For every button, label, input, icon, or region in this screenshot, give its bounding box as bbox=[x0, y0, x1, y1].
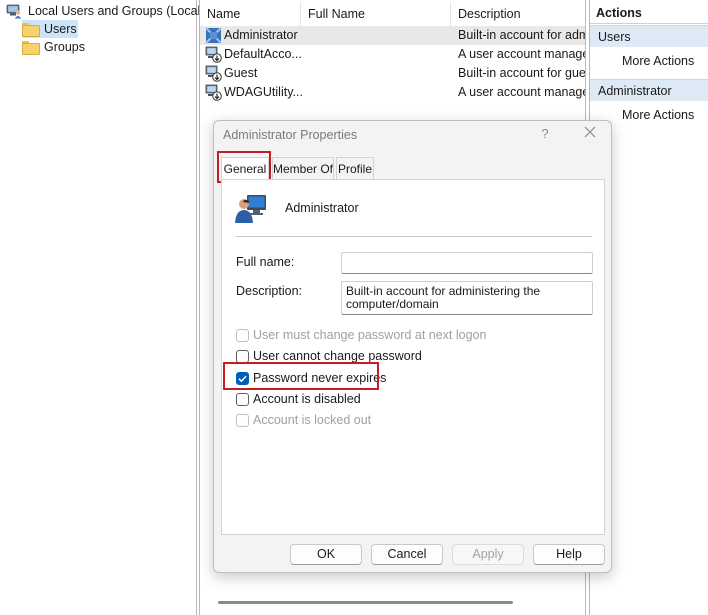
dialog-title: Administrator Properties bbox=[223, 128, 358, 142]
checkbox-box bbox=[236, 413, 249, 427]
checkmark-icon bbox=[238, 375, 247, 382]
horizontal-scrollbar[interactable] bbox=[218, 601, 513, 604]
checkbox-password-never-expires[interactable]: Password never expires bbox=[236, 370, 386, 386]
tab-bar: General Member Of Profile bbox=[214, 157, 613, 180]
general-tab-panel: Administrator Full name: Description: Bu… bbox=[221, 179, 605, 535]
checkbox-label: Account is locked out bbox=[253, 413, 372, 427]
tree-item-label: Groups bbox=[44, 40, 85, 54]
help-button[interactable]: Help bbox=[533, 544, 605, 565]
checkbox-label: User must change password at next logon bbox=[253, 328, 487, 342]
cell-description: Built-in account for adm bbox=[458, 28, 586, 42]
description-field[interactable]: Built-in account for administering the c… bbox=[341, 281, 593, 315]
column-header-description[interactable]: Description bbox=[451, 2, 585, 26]
tab-general[interactable]: General bbox=[221, 157, 269, 180]
more-actions-administrator-link[interactable]: More Actions bbox=[622, 106, 694, 124]
cell-full-name bbox=[308, 64, 448, 83]
help-icon[interactable]: ? bbox=[539, 126, 551, 141]
folder-icon bbox=[22, 41, 40, 55]
checkbox-must-change-password: User must change password at next logon bbox=[236, 327, 486, 343]
cell-name: WDAGUtility... bbox=[224, 85, 302, 99]
actions-section-users[interactable]: Users bbox=[590, 25, 708, 47]
cell-full-name bbox=[308, 45, 448, 64]
checkbox-label: User cannot change password bbox=[253, 349, 422, 363]
cell-name: DefaultAcco... bbox=[224, 47, 302, 61]
checkbox-box[interactable] bbox=[236, 392, 249, 406]
user-row-guest[interactable]: Guest Built-in account for gue bbox=[200, 64, 586, 83]
disabled-user-account-icon bbox=[205, 65, 222, 82]
cell-description: A user account manage bbox=[458, 85, 586, 99]
checkbox-box bbox=[236, 328, 249, 342]
actions-section-administrator[interactable]: Administrator bbox=[590, 79, 708, 101]
folder-icon bbox=[22, 23, 40, 37]
cell-name: Guest bbox=[224, 66, 258, 80]
tree-root-label: Local Users and Groups (Local) bbox=[28, 4, 205, 18]
tree-item-groups[interactable]: Groups bbox=[22, 38, 85, 56]
tree-item-users[interactable]: Users bbox=[22, 20, 78, 38]
disabled-user-account-icon bbox=[205, 46, 222, 63]
actions-title: Actions bbox=[590, 2, 708, 24]
close-icon[interactable] bbox=[582, 124, 598, 140]
cell-description: A user account manage bbox=[458, 47, 586, 61]
console-tree-pane: Local Users and Groups (Local) Users Gro… bbox=[0, 0, 204, 615]
column-header-full-name[interactable]: Full Name bbox=[301, 2, 451, 26]
ok-button[interactable]: OK bbox=[290, 544, 362, 565]
full-name-field[interactable] bbox=[341, 252, 593, 274]
administrator-properties-dialog: Administrator Properties ? General Membe… bbox=[213, 120, 612, 573]
cell-name: Administrator bbox=[224, 28, 298, 42]
apply-button[interactable]: Apply bbox=[452, 544, 524, 565]
checkbox-account-locked-out: Account is locked out bbox=[236, 412, 371, 428]
user-row-defaultaccount[interactable]: DefaultAcco... A user account manage bbox=[200, 45, 586, 64]
disabled-user-account-icon bbox=[205, 84, 222, 101]
more-actions-users-link[interactable]: More Actions bbox=[622, 52, 694, 70]
description-label: Description: bbox=[236, 284, 302, 298]
computer-users-icon bbox=[6, 4, 22, 19]
cell-full-name bbox=[308, 26, 448, 45]
checkbox-box[interactable] bbox=[236, 371, 249, 385]
tab-member-of[interactable]: Member Of bbox=[272, 157, 334, 179]
tab-profile[interactable]: Profile bbox=[336, 157, 374, 179]
full-name-label: Full name: bbox=[236, 255, 295, 269]
column-header-name[interactable]: Name bbox=[200, 2, 301, 26]
cell-full-name bbox=[308, 83, 448, 102]
user-account-icon bbox=[205, 27, 222, 44]
cell-description: Built-in account for gue bbox=[458, 66, 586, 80]
checkbox-label: Account is disabled bbox=[253, 392, 361, 406]
user-account-icon bbox=[235, 195, 266, 223]
checkbox-cannot-change-password[interactable]: User cannot change password bbox=[236, 348, 422, 364]
tree-root-local-users-groups[interactable]: Local Users and Groups (Local) bbox=[6, 2, 204, 20]
tree-item-label: Users bbox=[44, 22, 77, 36]
checkbox-label: Password never expires bbox=[253, 371, 387, 385]
cancel-button[interactable]: Cancel bbox=[371, 544, 443, 565]
user-row-administrator[interactable]: Administrator Built-in account for adm bbox=[200, 26, 586, 45]
divider bbox=[236, 236, 592, 237]
checkbox-account-disabled[interactable]: Account is disabled bbox=[236, 391, 361, 407]
user-row-wdagutility[interactable]: WDAGUtility... A user account manage bbox=[200, 83, 586, 102]
user-display-name: Administrator bbox=[285, 201, 359, 215]
checkbox-box[interactable] bbox=[236, 349, 249, 363]
